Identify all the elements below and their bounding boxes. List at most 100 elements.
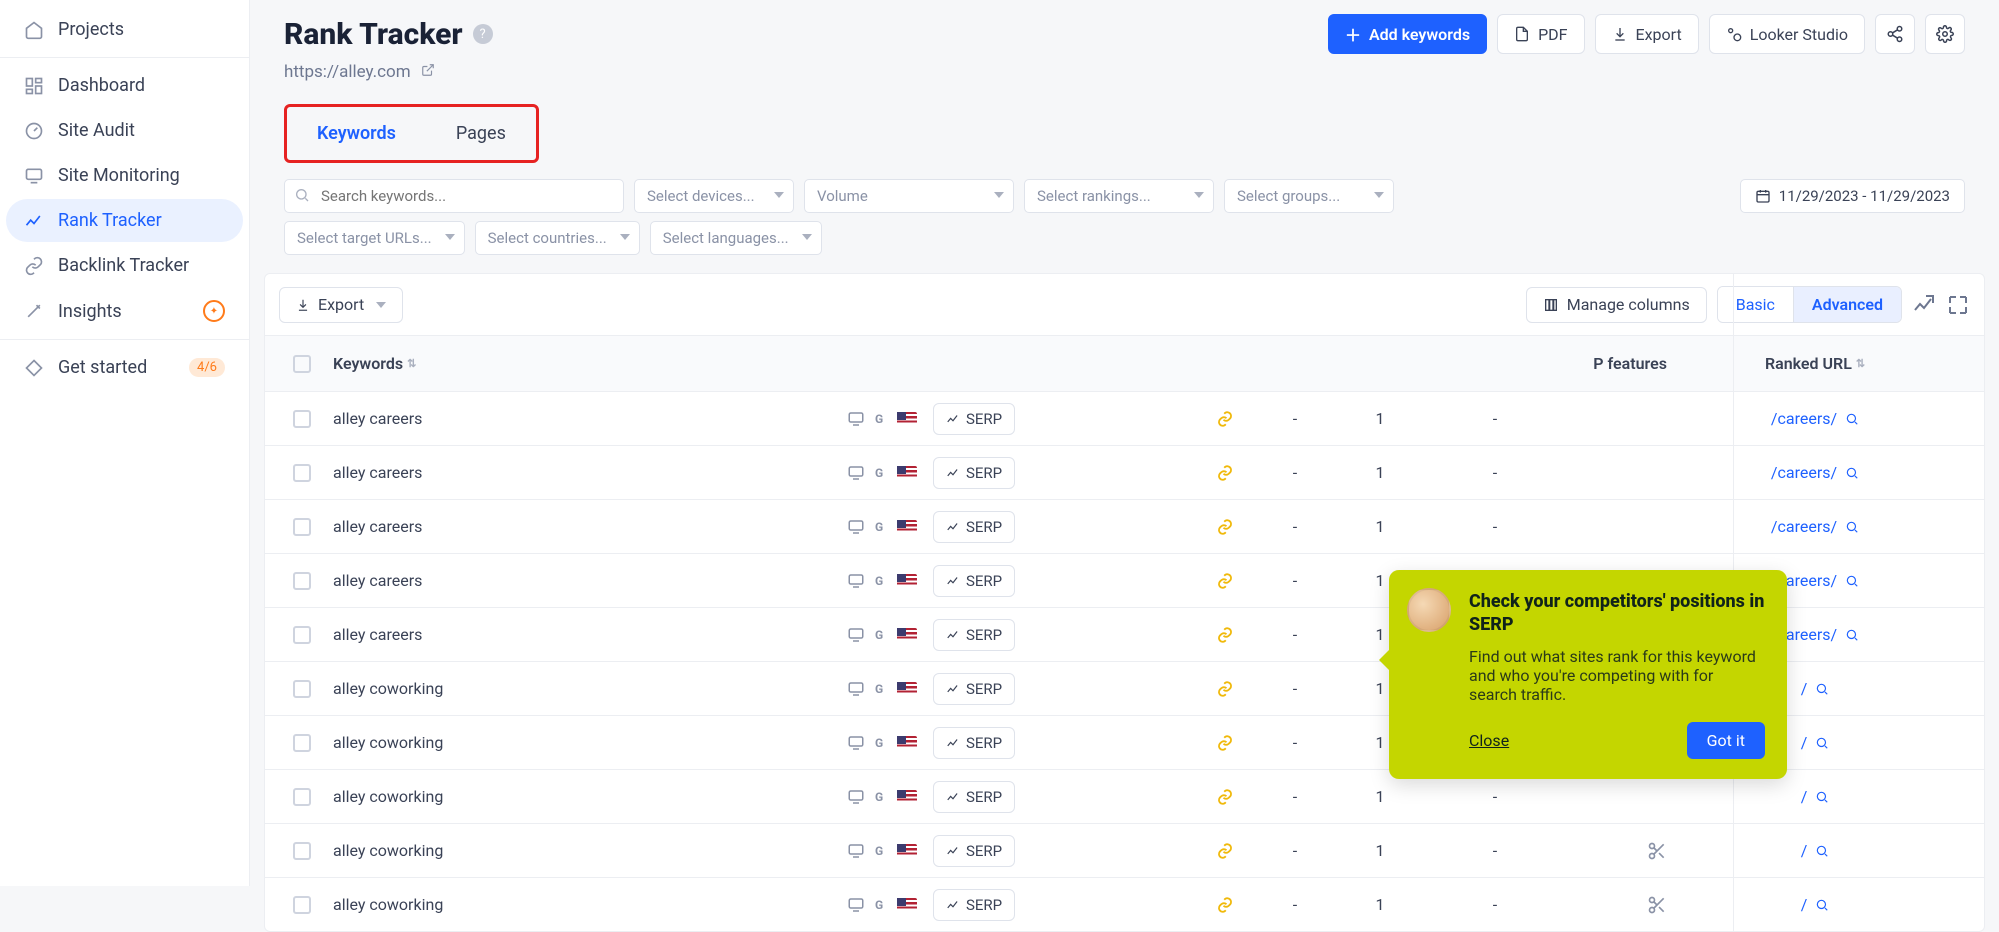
- serp-button[interactable]: SERP: [933, 619, 1015, 651]
- keyword-cell[interactable]: alley careers G: [325, 571, 925, 590]
- expand-icon[interactable]: [1946, 293, 1970, 317]
- row-checkbox[interactable]: [293, 734, 311, 752]
- sidebar-item-site-audit[interactable]: Site Audit: [6, 109, 243, 152]
- serp-button[interactable]: SERP: [933, 889, 1015, 921]
- filter-groups[interactable]: Select groups...: [1224, 179, 1394, 213]
- filter-countries[interactable]: Select countries...: [475, 221, 640, 255]
- keyword-cell[interactable]: alley coworking G: [325, 679, 925, 698]
- manage-columns-button[interactable]: Manage columns: [1526, 287, 1707, 323]
- pdf-button[interactable]: PDF: [1497, 14, 1584, 54]
- trend-icon: [24, 211, 44, 231]
- keyword-cell[interactable]: alley coworking G: [325, 841, 925, 860]
- url-link[interactable]: /: [1801, 841, 1808, 860]
- filter-target-urls[interactable]: Select target URLs...: [284, 221, 465, 255]
- tab-keywords[interactable]: Keywords: [287, 107, 426, 160]
- sidebar-item-rank-tracker[interactable]: Rank Tracker: [6, 199, 243, 242]
- filter-volume[interactable]: Volume: [804, 179, 1014, 213]
- row-checkbox[interactable]: [293, 410, 311, 428]
- date-range[interactable]: 11/29/2023 - 11/29/2023: [1740, 179, 1965, 213]
- row-checkbox[interactable]: [293, 626, 311, 644]
- filter-languages[interactable]: Select languages...: [650, 221, 822, 255]
- popover-gotit-button[interactable]: Got it: [1687, 722, 1765, 759]
- row-checkbox[interactable]: [293, 896, 311, 914]
- magnify-icon[interactable]: [1845, 574, 1859, 588]
- row-checkbox[interactable]: [293, 842, 311, 860]
- looker-button[interactable]: Looker Studio: [1709, 14, 1865, 54]
- search-input[interactable]: [284, 179, 624, 213]
- magnify-icon[interactable]: [1845, 466, 1859, 480]
- serp-button[interactable]: SERP: [933, 511, 1015, 543]
- select-all-checkbox[interactable]: [293, 355, 311, 373]
- chevron-down-icon: [445, 234, 455, 240]
- share-button[interactable]: [1875, 14, 1915, 54]
- magnify-icon[interactable]: [1815, 790, 1829, 804]
- filter-devices[interactable]: Select devices...: [634, 179, 794, 213]
- search-keywords-field[interactable]: [284, 179, 624, 213]
- help-icon[interactable]: ?: [473, 24, 493, 44]
- magnify-icon[interactable]: [1845, 412, 1859, 426]
- keyword-cell[interactable]: alley careers G: [325, 409, 925, 428]
- sidebar-item-site-monitoring[interactable]: Site Monitoring: [6, 154, 243, 197]
- popover-close[interactable]: Close: [1469, 731, 1509, 750]
- chart-fullscreen-icon[interactable]: [1912, 293, 1936, 317]
- url-link[interactable]: /: [1801, 679, 1808, 698]
- table-export-button[interactable]: Export: [279, 287, 403, 323]
- scissors-icon[interactable]: [1647, 895, 1667, 915]
- filter-rankings[interactable]: Select rankings...: [1024, 179, 1214, 213]
- serp-button[interactable]: SERP: [933, 727, 1015, 759]
- toggle-basic[interactable]: Basic: [1718, 287, 1794, 322]
- row-checkbox[interactable]: [293, 788, 311, 806]
- magnify-icon[interactable]: [1845, 628, 1859, 642]
- ranked-url-cell[interactable]: /: [1675, 895, 1955, 914]
- keyword-cell[interactable]: alley careers G: [325, 517, 925, 536]
- sort-icon[interactable]: ⇅: [407, 357, 416, 370]
- serp-button[interactable]: SERP: [933, 457, 1015, 489]
- ranked-url-cell[interactable]: /careers/: [1675, 409, 1955, 428]
- ranked-url-cell[interactable]: /careers/: [1675, 463, 1955, 482]
- site-url[interactable]: https://alley.com: [284, 62, 411, 82]
- serp-button[interactable]: SERP: [933, 673, 1015, 705]
- url-link[interactable]: /careers/: [1771, 517, 1837, 536]
- scissors-icon[interactable]: [1647, 841, 1667, 861]
- magnify-icon[interactable]: [1815, 736, 1829, 750]
- us-flag-icon: [897, 466, 917, 480]
- row-checkbox[interactable]: [293, 680, 311, 698]
- url-link[interactable]: /: [1801, 895, 1808, 914]
- sidebar-item-dashboard[interactable]: Dashboard: [6, 64, 243, 107]
- keyword-cell[interactable]: alley coworking G: [325, 787, 925, 806]
- add-keywords-button[interactable]: ＋ Add keywords: [1328, 14, 1487, 54]
- ranked-url-cell[interactable]: /: [1675, 787, 1955, 806]
- sidebar-item-insights[interactable]: Insights ✦: [6, 289, 243, 333]
- url-link[interactable]: /: [1801, 733, 1808, 752]
- keyword-cell[interactable]: alley careers G: [325, 625, 925, 644]
- url-link[interactable]: /careers/: [1771, 463, 1837, 482]
- settings-button[interactable]: [1925, 14, 1965, 54]
- keyword-cell[interactable]: alley careers G: [325, 463, 925, 482]
- row-checkbox[interactable]: [293, 464, 311, 482]
- row-checkbox[interactable]: [293, 518, 311, 536]
- serp-button[interactable]: SERP: [933, 835, 1015, 867]
- magnify-icon[interactable]: [1815, 844, 1829, 858]
- row-checkbox[interactable]: [293, 572, 311, 590]
- external-link-icon[interactable]: [421, 62, 435, 82]
- url-link[interactable]: /careers/: [1771, 409, 1837, 428]
- keyword-cell[interactable]: alley coworking G: [325, 895, 925, 914]
- url-link[interactable]: /: [1801, 787, 1808, 806]
- ranked-url-cell[interactable]: /: [1675, 841, 1955, 860]
- ranked-url-cell[interactable]: /careers/: [1675, 517, 1955, 536]
- sidebar-item-projects[interactable]: Projects: [6, 8, 243, 51]
- magnify-icon[interactable]: [1845, 520, 1859, 534]
- sidebar-item-get-started[interactable]: Get started 4/6: [6, 346, 243, 389]
- toggle-advanced[interactable]: Advanced: [1794, 287, 1901, 322]
- serp-button[interactable]: SERP: [933, 403, 1015, 435]
- download-icon: [1612, 26, 1628, 42]
- magnify-icon[interactable]: [1815, 898, 1829, 912]
- sort-icon[interactable]: ⇅: [1856, 357, 1865, 370]
- magnify-icon[interactable]: [1815, 682, 1829, 696]
- keyword-cell[interactable]: alley coworking G: [325, 733, 925, 752]
- tab-pages[interactable]: Pages: [426, 107, 536, 160]
- serp-button[interactable]: SERP: [933, 565, 1015, 597]
- export-button[interactable]: Export: [1595, 14, 1699, 54]
- sidebar-item-backlink-tracker[interactable]: Backlink Tracker: [6, 244, 243, 287]
- serp-button[interactable]: SERP: [933, 781, 1015, 813]
